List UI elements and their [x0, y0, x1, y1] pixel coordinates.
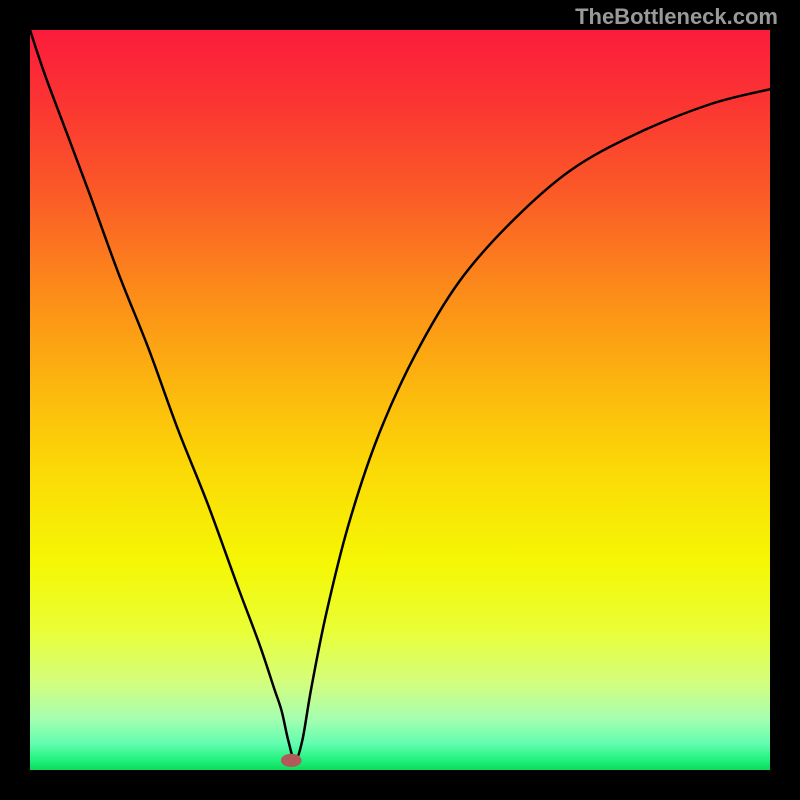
chart-background — [30, 30, 770, 770]
minimum-marker — [281, 754, 302, 767]
chart-frame — [30, 30, 770, 770]
chart-svg — [30, 30, 770, 770]
attribution-text: TheBottleneck.com — [575, 4, 778, 30]
